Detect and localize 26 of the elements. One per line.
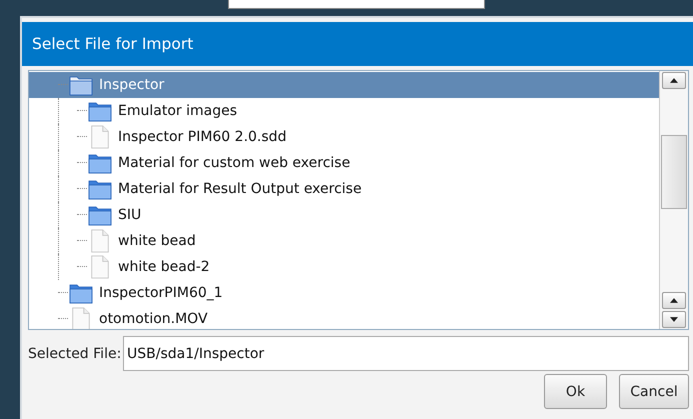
tree-item[interactable]: Inspector PIM60 2.0.sdd bbox=[29, 124, 659, 150]
dialog-title: Select File for Import bbox=[32, 35, 194, 53]
ok-button[interactable]: Ok bbox=[544, 374, 607, 409]
file-icon bbox=[88, 255, 112, 279]
tree-item[interactable]: Material for custom web exercise bbox=[29, 150, 659, 176]
scroll-down-button[interactable] bbox=[662, 311, 686, 328]
scroll-up-button[interactable] bbox=[662, 292, 686, 309]
tree-item[interactable]: Material for Result Output exercise bbox=[29, 176, 659, 202]
scroll-up-button[interactable] bbox=[662, 72, 686, 89]
down-arrow-icon bbox=[670, 317, 678, 322]
tree-item[interactable]: InspectorPIM60_1 bbox=[29, 280, 659, 306]
file-icon bbox=[88, 125, 112, 149]
tree-item[interactable]: otomotion.MOV bbox=[29, 306, 659, 329]
cancel-button[interactable]: Cancel bbox=[619, 374, 689, 409]
up-arrow-icon bbox=[670, 298, 678, 303]
scrollbar[interactable] bbox=[659, 71, 688, 329]
file-icon bbox=[88, 229, 112, 253]
tree-item[interactable]: white bead-2 bbox=[29, 254, 659, 280]
tree-item[interactable]: white bead bbox=[29, 228, 659, 254]
tree-item[interactable]: Emulator images bbox=[29, 98, 659, 124]
up-arrow-icon bbox=[670, 78, 678, 83]
scroll-thumb[interactable] bbox=[661, 135, 687, 209]
selected-file-label: Selected File: bbox=[28, 346, 122, 362]
selected-file-field[interactable]: USB/sda1/Inspector bbox=[123, 336, 689, 371]
tree-item[interactable]: Inspector bbox=[29, 72, 659, 98]
tree-item[interactable]: SIU bbox=[29, 202, 659, 228]
